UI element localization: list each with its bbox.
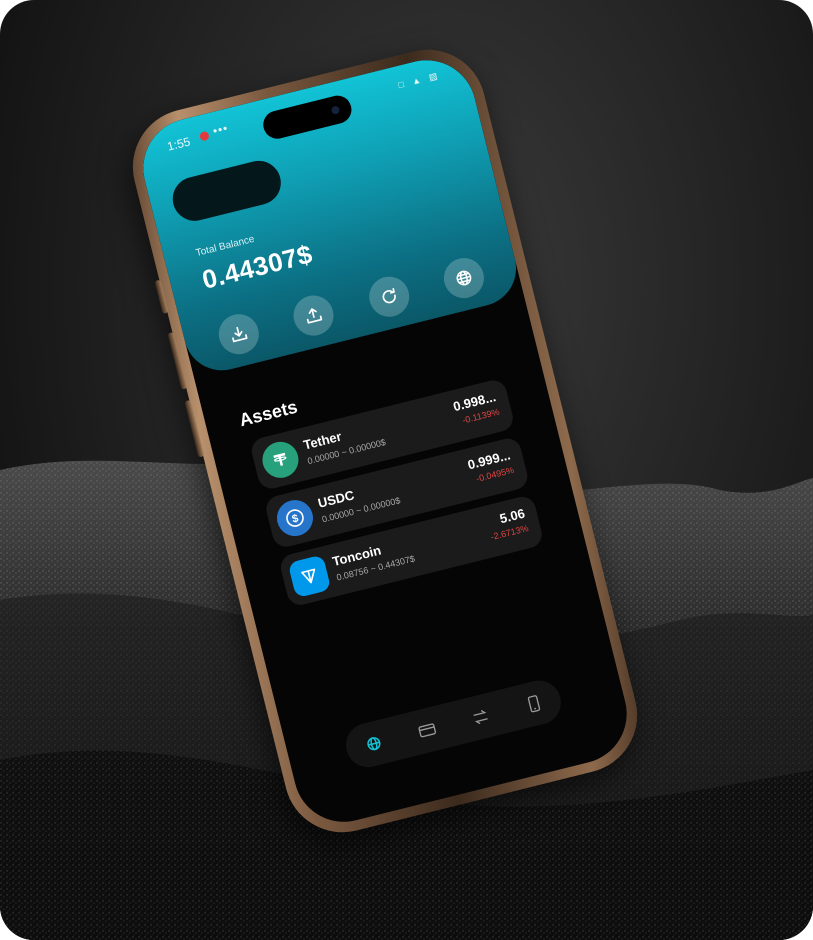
swap-icon [473, 710, 488, 725]
dock-phone[interactable] [520, 691, 547, 718]
status-indicators: □ ▲ ▨ [397, 69, 442, 91]
dock-cards[interactable] [413, 717, 440, 744]
refresh-button[interactable] [364, 272, 414, 322]
status-time: 1:55 [165, 134, 192, 154]
network-button[interactable] [439, 253, 489, 303]
more-notifications-icon: ••• [211, 120, 230, 139]
globe-icon [456, 270, 472, 286]
upload-tray-icon [307, 308, 323, 324]
toncoin-icon [287, 554, 332, 599]
camera-icon [330, 105, 341, 115]
bottom-dock [341, 675, 566, 772]
dock-wallet[interactable] [360, 730, 387, 757]
refresh-icon [382, 288, 396, 304]
promo-card: 1:55 ••• □ ▲ ▨ Total Balance 0.44307$ As… [0, 0, 813, 940]
card-icon [417, 723, 436, 738]
assets-heading: Assets [237, 396, 300, 431]
receive-button[interactable] [214, 309, 264, 359]
download-tray-icon [232, 326, 248, 343]
dock-swap[interactable] [467, 704, 494, 731]
send-button[interactable] [289, 291, 339, 340]
asset-change: -2.6713% [489, 523, 530, 543]
usdc-icon: $ [273, 496, 317, 540]
header-pill[interactable] [168, 156, 286, 226]
notification-dot [198, 130, 210, 142]
wallet-globe-icon [366, 737, 380, 751]
svg-text:$: $ [291, 512, 300, 525]
tether-icon [258, 438, 303, 482]
phone-icon [527, 695, 540, 713]
